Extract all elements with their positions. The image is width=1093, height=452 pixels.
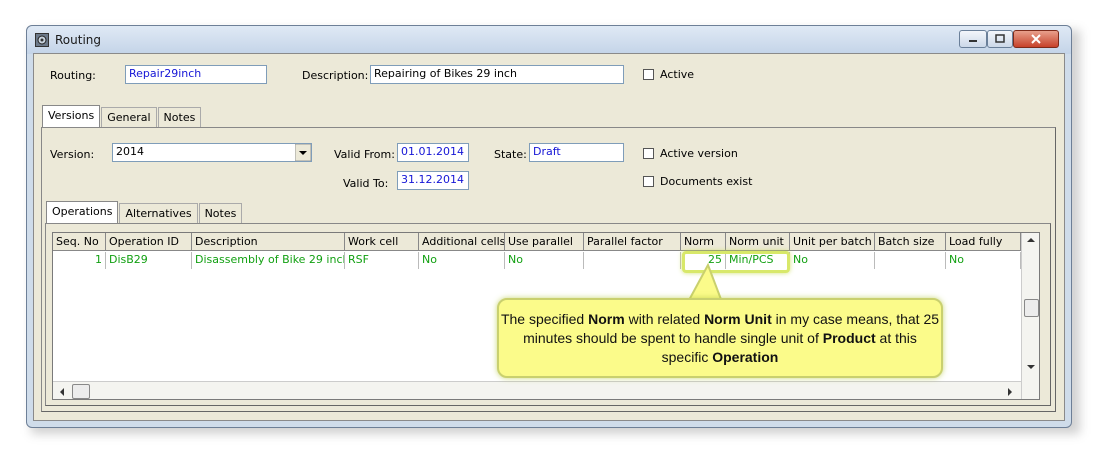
vertical-scroll-thumb[interactable] — [1024, 299, 1039, 317]
column-header[interactable]: Batch size — [875, 233, 946, 251]
column-header[interactable]: Use parallel — [505, 233, 584, 251]
active-checkbox[interactable] — [643, 69, 654, 80]
column-header[interactable]: Seq. No — [53, 233, 106, 251]
cell-operation-id[interactable]: DisB29 — [106, 252, 192, 269]
tab-alternatives[interactable]: Alternatives — [119, 203, 198, 223]
cell-parallel-factor[interactable] — [584, 252, 681, 269]
cell-description[interactable]: Disassembly of Bike 29 inch — [192, 252, 345, 269]
routing-label: Routing: — [50, 69, 96, 82]
column-header[interactable]: Norm — [681, 233, 726, 251]
routing-app-icon — [35, 33, 49, 47]
outer-tab-strip: Versions General Notes — [42, 105, 202, 127]
column-header[interactable]: Additional cells — [419, 233, 505, 251]
cell-use-parallel[interactable]: No — [505, 252, 584, 269]
callout-text: with related — [624, 311, 705, 327]
valid-to-label: Valid To: — [343, 177, 389, 190]
cell-additional-cells[interactable]: No — [419, 252, 505, 269]
active-version-label: Active version — [660, 147, 738, 160]
version-select[interactable]: 2014 — [112, 143, 312, 162]
valid-from-label: Valid From: — [334, 148, 395, 161]
cell-seq-no[interactable]: 1 — [53, 252, 106, 269]
horizontal-scrollbar[interactable] — [53, 381, 1021, 399]
column-header[interactable]: Parallel factor — [584, 233, 681, 251]
maximize-button[interactable] — [987, 30, 1013, 48]
tab-versions[interactable]: Versions — [42, 105, 101, 127]
horizontal-scroll-thumb[interactable] — [72, 384, 90, 399]
version-value: 2014 — [116, 145, 144, 158]
scroll-left-icon[interactable] — [58, 387, 66, 397]
minimize-icon — [969, 40, 977, 42]
close-button[interactable] — [1013, 30, 1059, 48]
description-input[interactable]: Repairing of Bikes 29 inch — [370, 65, 624, 84]
column-header[interactable]: Work cell — [345, 233, 419, 251]
inner-tab-strip: Operations Alternatives Notes — [46, 201, 243, 223]
callout-text: The specified — [500, 311, 589, 327]
close-icon — [1031, 34, 1041, 44]
column-header[interactable]: Unit per batch — [790, 233, 875, 251]
callout-bold-norm-unit: Norm Unit — [704, 311, 772, 327]
callout-bold-norm: Norm — [588, 311, 625, 327]
column-header[interactable]: Description — [192, 233, 345, 251]
title-bar[interactable]: Routing — [27, 26, 1071, 54]
minimize-button[interactable] — [959, 30, 987, 48]
cell-batch-size[interactable] — [875, 252, 946, 269]
scroll-up-icon[interactable] — [1026, 236, 1036, 244]
valid-to-input[interactable]: 31.12.2014 — [397, 171, 469, 190]
annotation-callout: The specified Norm with related Norm Uni… — [497, 298, 943, 378]
scroll-right-icon[interactable] — [1006, 387, 1014, 397]
column-header[interactable]: Load fully — [946, 233, 1021, 251]
cell-load-fully[interactable]: No — [946, 252, 1021, 269]
tab-general[interactable]: General — [101, 107, 157, 127]
cell-work-cell[interactable]: RSF — [345, 252, 419, 269]
column-header[interactable]: Norm unit — [726, 233, 790, 251]
callout-bold-product: Product — [822, 330, 876, 346]
documents-exist-checkbox[interactable] — [643, 176, 654, 187]
routing-input[interactable]: Repair29inch — [125, 65, 267, 84]
scroll-down-icon[interactable] — [1026, 363, 1036, 371]
tab-operations[interactable]: Operations — [46, 201, 119, 223]
tab-inner-notes[interactable]: Notes — [198, 203, 243, 223]
active-label: Active — [660, 68, 695, 81]
window-title: Routing — [55, 33, 102, 47]
state-input[interactable]: Draft — [529, 143, 624, 162]
callout-bold-operation: Operation — [712, 349, 779, 365]
valid-from-input[interactable]: 01.01.2014 — [397, 143, 469, 162]
maximize-icon — [995, 34, 1005, 43]
documents-exist-label: Documents exist — [660, 175, 753, 188]
state-label: State: — [494, 148, 527, 161]
chevron-down-icon[interactable] — [295, 144, 311, 161]
version-label: Version: — [50, 148, 95, 161]
description-label: Description: — [302, 69, 369, 82]
cell-unit-per-batch[interactable]: No — [790, 252, 875, 269]
active-version-checkbox[interactable] — [643, 148, 654, 159]
column-header[interactable]: Operation ID — [106, 233, 192, 251]
tab-notes[interactable]: Notes — [157, 107, 202, 127]
vertical-scrollbar[interactable] — [1021, 233, 1039, 399]
